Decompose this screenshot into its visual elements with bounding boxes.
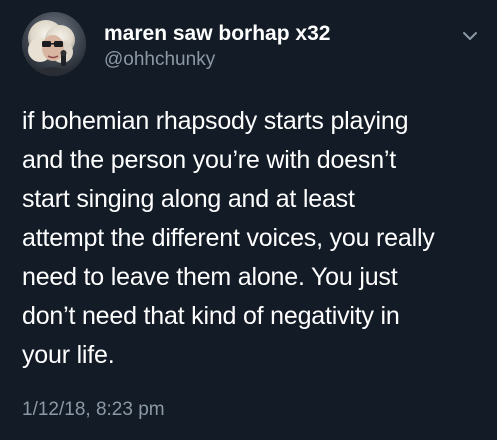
tweet-text-line: if bohemian rhapsody starts playing — [22, 107, 409, 135]
tweet-text: if bohemian rhapsody starts playing and … — [22, 102, 482, 375]
tweet-timestamp[interactable]: 1/12/18, 8:23 pm — [22, 398, 165, 422]
tweet-text-line: your life. — [22, 341, 115, 369]
tweet-text-line: need to leave them alone. You just — [22, 263, 398, 291]
chevron-down-icon[interactable] — [458, 24, 482, 48]
tweet-header: maren saw borhap x32 @ohhchunky — [22, 12, 482, 84]
tweet-text-line: start singing along and at least — [22, 185, 355, 213]
tweet-text-line: and the person you’re with doesn’t — [22, 146, 396, 174]
avatar[interactable] — [22, 12, 86, 76]
avatar-image — [22, 12, 86, 76]
tweet-card: maren saw borhap x32 @ohhchunky if bohem… — [0, 0, 497, 440]
tweet-text-line: don’t need that kind of negativity in — [22, 302, 400, 330]
user-handle[interactable]: @ohhchunky — [104, 48, 434, 72]
display-name[interactable]: maren saw borhap x32 — [104, 22, 434, 46]
author-info: maren saw borhap x32 @ohhchunky — [104, 22, 434, 72]
tweet-text-line: attempt the different voices, you really — [22, 224, 435, 252]
